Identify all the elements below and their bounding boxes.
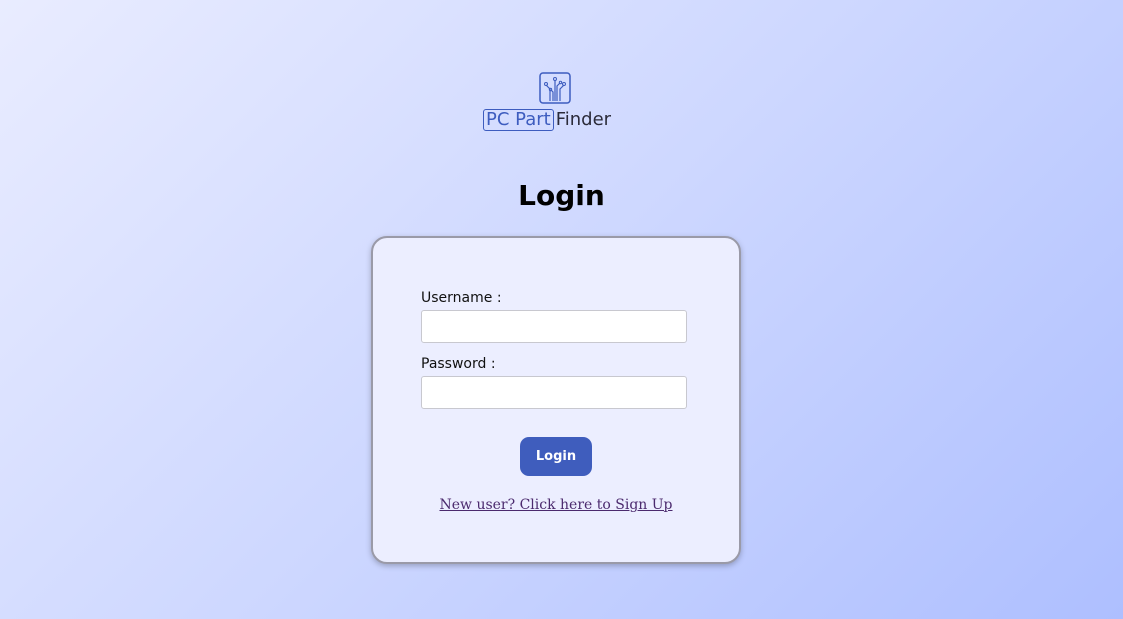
password-label: Password :	[421, 356, 496, 372]
password-input[interactable]	[421, 376, 687, 409]
username-input[interactable]	[421, 310, 687, 343]
login-card: Username : Password : Login New user? Cl…	[371, 236, 741, 564]
logo-brand-boxed: PC Part	[483, 109, 554, 131]
page-title: Login	[518, 179, 605, 212]
login-button[interactable]: Login	[520, 437, 592, 476]
signup-link[interactable]: New user? Click here to Sign Up	[439, 497, 672, 513]
logo-brand-rest: Finder	[555, 109, 612, 130]
username-label: Username :	[421, 290, 502, 306]
logo-wordmark: PC Part Finder	[483, 109, 611, 131]
brand-logo: PC Part Finder	[483, 72, 625, 134]
signup-link-container: New user? Click here to Sign Up	[373, 496, 739, 514]
circuit-chip-icon	[539, 72, 571, 104]
